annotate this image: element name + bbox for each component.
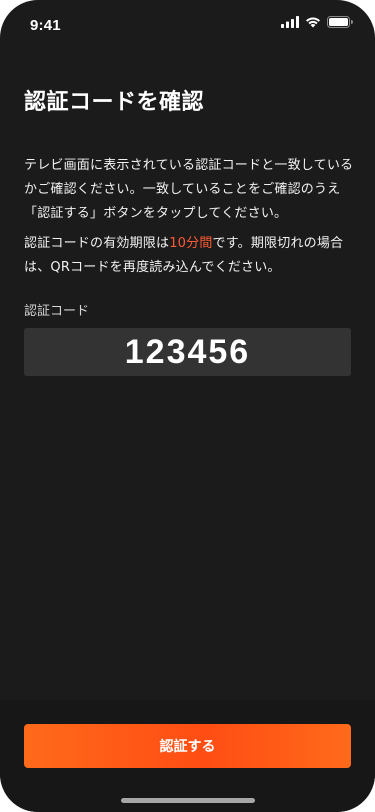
status-time: 9:41 — [30, 17, 61, 34]
expiry-duration: 10分間 — [169, 236, 213, 251]
phone-screen: 9:41 認証コードを確認 テレビ画面に表示されている認証コードと一致しているか… — [0, 0, 375, 812]
description-text: テレビ画面に表示されている認証コードと一致しているかご確認ください。一致している… — [24, 158, 354, 221]
code-label: 認証コード — [24, 304, 90, 319]
status-icons — [281, 16, 353, 28]
code-value: 123456 — [124, 332, 251, 371]
expiry-notice: 認証コードの有効期限は10分間です。期限切れの場合は、QRコードを再度読み込んで… — [24, 232, 354, 280]
home-indicator[interactable] — [121, 798, 255, 803]
page-title: 認証コードを確認 — [24, 90, 205, 115]
status-bar: 9:41 — [0, 0, 375, 48]
code-display: 123456 — [24, 328, 351, 376]
wifi-icon — [305, 16, 321, 28]
battery-icon — [327, 16, 353, 28]
expiry-notice-prefix: 認証コードの有効期限は — [24, 236, 170, 251]
authenticate-button[interactable]: 認証する — [24, 724, 351, 768]
cellular-signal-icon — [281, 16, 299, 28]
